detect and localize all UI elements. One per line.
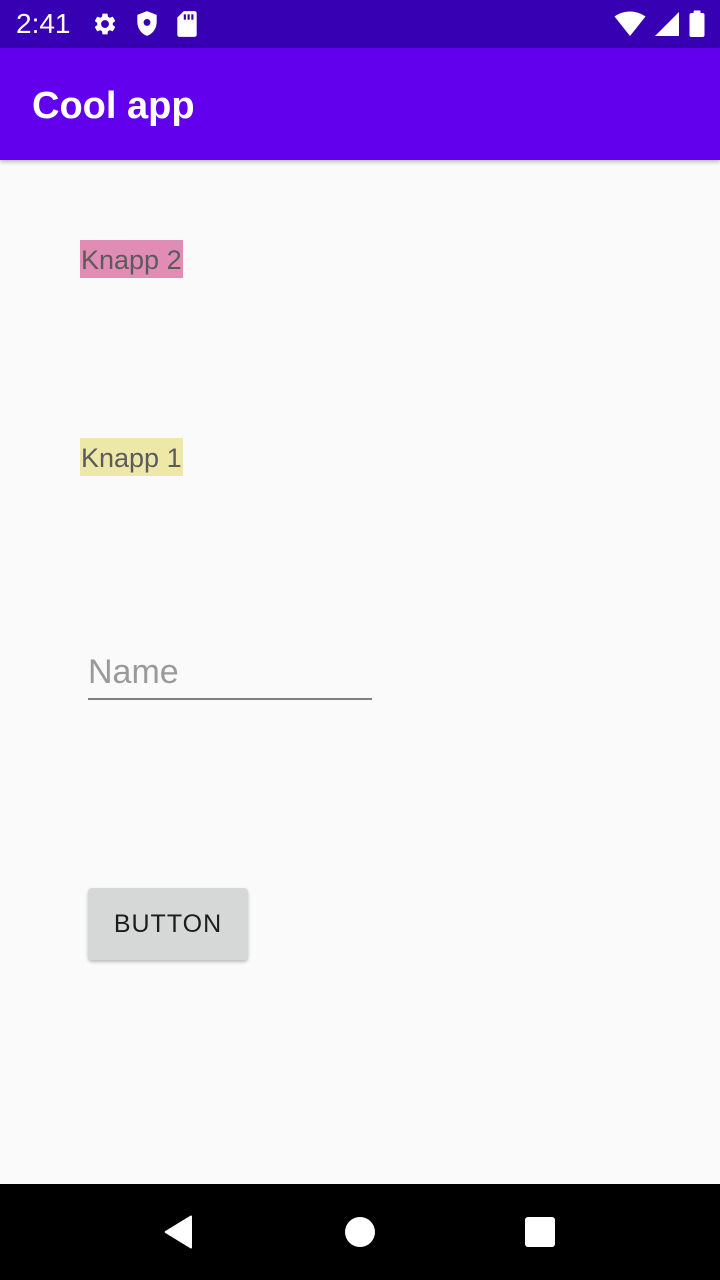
status-system-icons xyxy=(614,10,706,38)
recents-icon[interactable] xyxy=(516,1208,564,1256)
sd-card-icon xyxy=(176,10,198,38)
status-time: 2:41 xyxy=(16,8,71,39)
cell-signal-icon xyxy=(654,11,680,37)
knapp-2-label: Knapp 2 xyxy=(80,240,183,278)
app-bar: Cool app xyxy=(0,48,720,160)
knapp-1-label: Knapp 1 xyxy=(80,438,183,476)
shield-icon xyxy=(134,10,160,38)
back-icon[interactable] xyxy=(156,1208,204,1256)
home-icon[interactable] xyxy=(336,1208,384,1256)
status-bar: 2:41 xyxy=(0,0,720,48)
navigation-bar xyxy=(0,1184,720,1280)
main-button[interactable]: BUTTON xyxy=(88,888,248,960)
name-input[interactable] xyxy=(88,646,372,700)
settings-icon xyxy=(92,11,118,37)
wifi-icon xyxy=(614,11,646,37)
app-title: Cool app xyxy=(32,85,195,127)
battery-icon xyxy=(688,10,706,38)
status-notification-icons xyxy=(92,10,198,38)
